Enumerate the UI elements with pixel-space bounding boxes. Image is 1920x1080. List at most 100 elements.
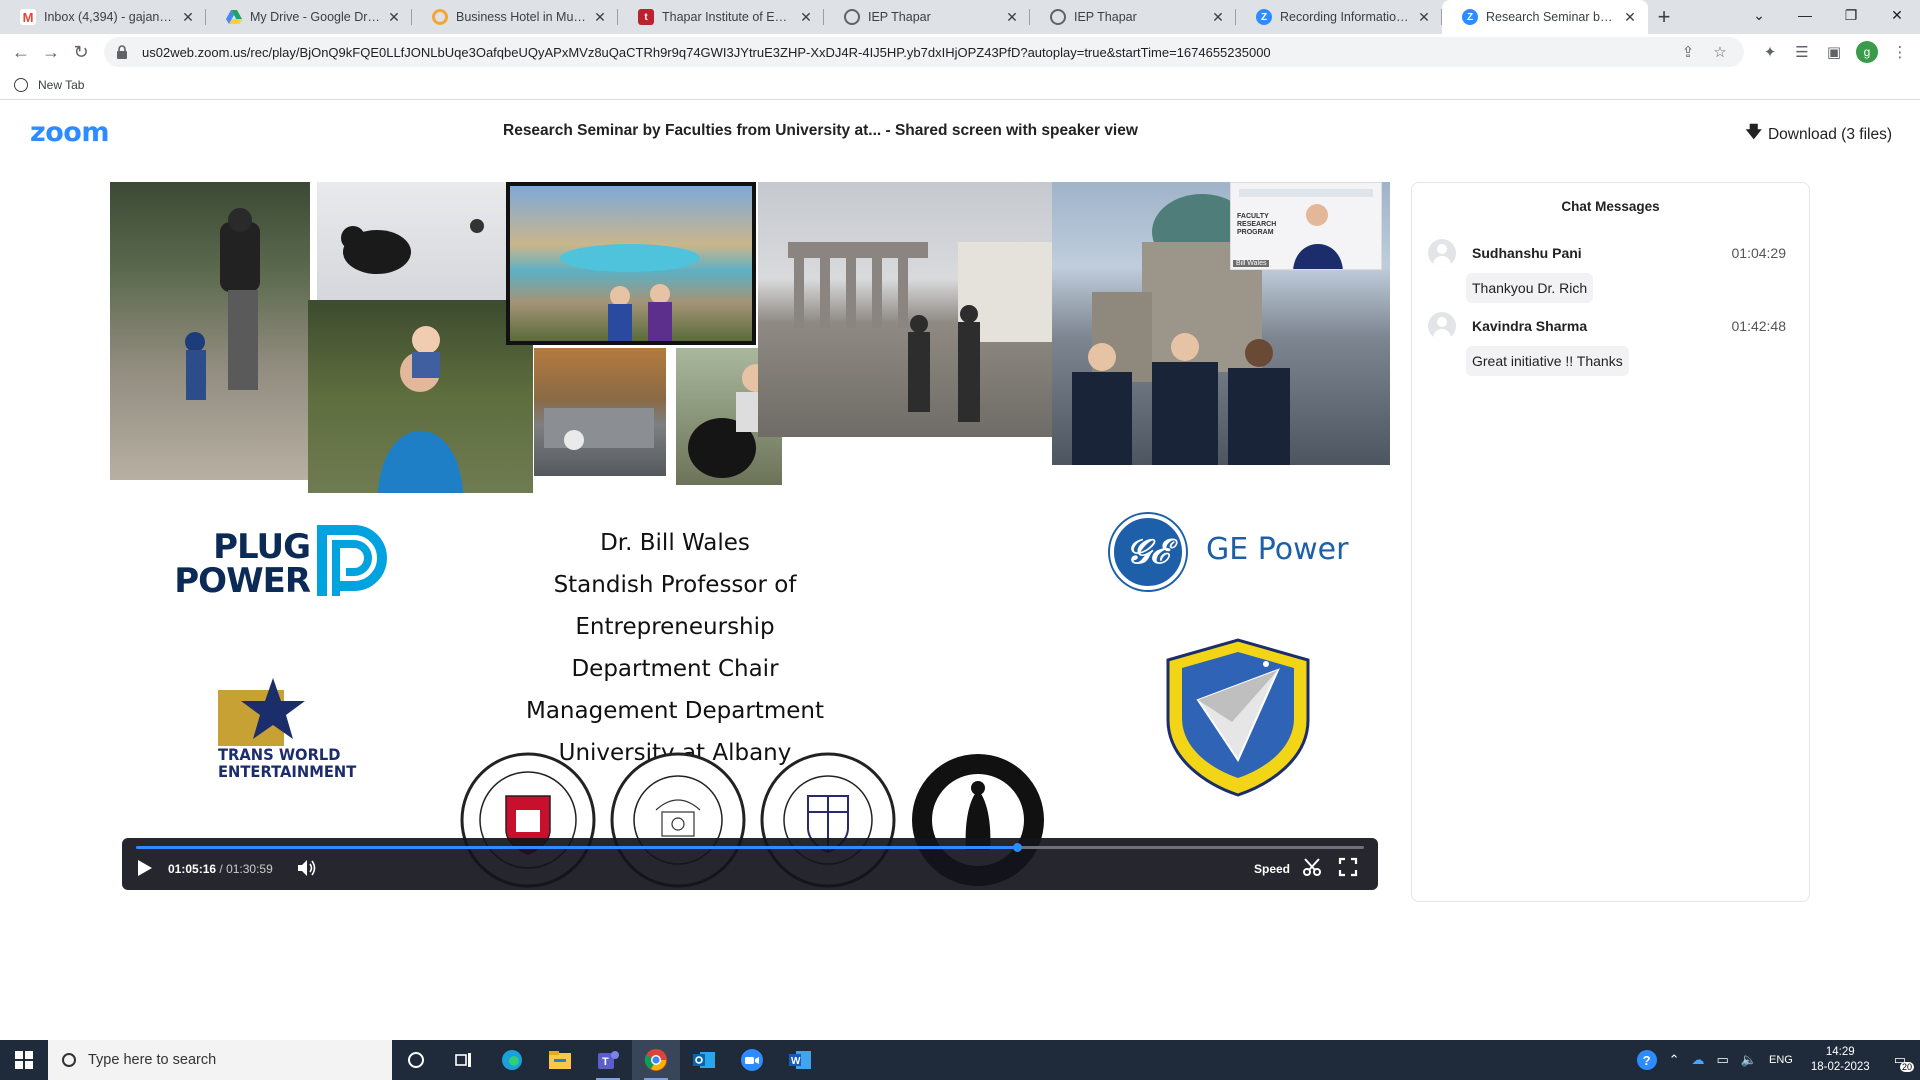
progress-handle[interactable] bbox=[1013, 843, 1023, 852]
taskbar-search-input[interactable]: Type here to search bbox=[48, 1040, 392, 1080]
clock-time: 14:29 bbox=[1825, 1046, 1855, 1058]
speaker-info: Dr. Bill Wales Standish Professor of Ent… bbox=[455, 522, 895, 774]
close-tab-icon[interactable]: ✕ bbox=[592, 9, 608, 25]
zoom-logo[interactable]: zoom bbox=[30, 117, 109, 148]
profile-avatar[interactable]: g bbox=[1856, 41, 1878, 63]
tab-title: IEP Thapar bbox=[868, 10, 931, 24]
bookmark-new-tab[interactable]: New Tab bbox=[38, 78, 84, 92]
video-player[interactable]: FACULTY RESEARCH PROGRAM Bill Wales PLUG… bbox=[110, 182, 1390, 892]
menu-icon[interactable]: ⋮ bbox=[1884, 37, 1916, 67]
scissors-icon[interactable] bbox=[1302, 857, 1322, 877]
volume-icon[interactable] bbox=[296, 858, 318, 878]
photo-truck bbox=[534, 348, 666, 476]
minimize-icon[interactable]: — bbox=[1782, 0, 1828, 30]
media-icon[interactable]: ☰ bbox=[1786, 37, 1818, 67]
thapar-icon: t bbox=[638, 9, 654, 25]
close-tab-icon[interactable]: ✕ bbox=[180, 9, 196, 25]
tab-research-seminar[interactable]: Z Research Seminar by Faculties ✕ bbox=[1442, 0, 1648, 34]
chat-text: Great initiative !! Thanks bbox=[1466, 346, 1629, 376]
photo-collage: FACULTY RESEARCH PROGRAM Bill Wales bbox=[110, 182, 1390, 493]
extensions-icon[interactable]: ✦ bbox=[1754, 37, 1786, 67]
time-display: 01:05:16 / 01:30:59 bbox=[168, 862, 273, 876]
globe-icon bbox=[1050, 9, 1066, 25]
fullscreen-icon[interactable] bbox=[1338, 857, 1358, 877]
tab-iep-1[interactable]: IEP Thapar ✕ bbox=[824, 0, 1030, 34]
outlook-icon[interactable] bbox=[680, 1040, 728, 1080]
ge-power-logo: 𝒢ℰ GE Power bbox=[1110, 514, 1360, 594]
tab-title: My Drive - Google Drive bbox=[250, 10, 380, 24]
clock[interactable]: 14:29 18-02-2023 bbox=[1811, 1045, 1870, 1075]
close-tab-icon[interactable]: ✕ bbox=[1004, 9, 1020, 25]
chat-text: Thankyou Dr. Rich bbox=[1466, 273, 1594, 303]
tab-title: Research Seminar by Faculties bbox=[1486, 10, 1616, 24]
notifications-icon[interactable]: ▭ 20 bbox=[1894, 1052, 1914, 1072]
side-panel-icon[interactable]: ▣ bbox=[1818, 37, 1850, 67]
plug-power-logo: PLUG POWER bbox=[170, 520, 400, 610]
progress-fill bbox=[136, 846, 1018, 849]
ge-power-text: GE Power bbox=[1206, 532, 1349, 567]
globe-icon bbox=[14, 77, 28, 92]
zoom-icon: Z bbox=[1462, 9, 1478, 25]
tab-hotel[interactable]: Business Hotel in Mumbai ✕ bbox=[412, 0, 618, 34]
bookmarks-bar: New Tab bbox=[0, 70, 1920, 100]
close-window-icon[interactable]: ✕ bbox=[1874, 0, 1920, 30]
power-word: POWER bbox=[174, 561, 311, 601]
word-icon[interactable]: W bbox=[776, 1040, 824, 1080]
download-button[interactable]: 🡇 Download (3 files) bbox=[1745, 121, 1892, 148]
tab-iep-2[interactable]: IEP Thapar ✕ bbox=[1030, 0, 1236, 34]
close-tab-icon[interactable]: ✕ bbox=[1416, 9, 1432, 25]
system-tray: ? ⌃ ☁ ▭ 🔈 ENG 14:29 18-02-2023 ▭ 20 bbox=[1631, 1040, 1920, 1080]
back-icon[interactable]: ← bbox=[6, 37, 36, 67]
tab-gmail[interactable]: M Inbox (4,394) - gajanan.goyal@thapar.e… bbox=[0, 0, 206, 34]
volume-tray-icon[interactable]: 🔈 bbox=[1741, 1052, 1757, 1068]
trans-world-line1: TRANS WORLD bbox=[218, 745, 341, 764]
forward-icon[interactable]: → bbox=[36, 37, 66, 67]
chat-panel: Chat Messages Sudhanshu Pani 01:04:29 Th… bbox=[1411, 182, 1810, 902]
network-icon[interactable]: ▭ bbox=[1717, 1052, 1729, 1068]
tab-title: IEP Thapar bbox=[1074, 10, 1137, 24]
photo-hiking bbox=[110, 182, 310, 480]
url-text[interactable]: us02web.zoom.us/rec/play/BjOnQ9kFQE0LLfJ… bbox=[142, 45, 1668, 60]
chat-time: 01:42:48 bbox=[1731, 318, 1787, 334]
tab-search-icon[interactable]: ⌄ bbox=[1736, 0, 1782, 30]
reload-icon[interactable]: ↻ bbox=[66, 37, 96, 67]
play-icon[interactable] bbox=[134, 858, 154, 878]
search-icon bbox=[62, 1053, 76, 1067]
edge-icon[interactable] bbox=[488, 1040, 536, 1080]
tab-thapar[interactable]: t Thapar Institute of Engineering ✕ bbox=[618, 0, 824, 34]
chrome-icon[interactable] bbox=[632, 1040, 680, 1080]
close-tab-icon[interactable]: ✕ bbox=[386, 9, 402, 25]
new-tab-button[interactable]: + bbox=[1648, 0, 1680, 34]
photo-snow-dog bbox=[317, 182, 512, 300]
trans-world-line2: ENTERTAINMENT bbox=[218, 762, 357, 781]
chevron-up-icon[interactable]: ⌃ bbox=[1669, 1052, 1680, 1068]
tab-drive[interactable]: My Drive - Google Drive ✕ bbox=[206, 0, 412, 34]
task-view-icon[interactable] bbox=[440, 1040, 488, 1080]
gmail-icon: M bbox=[20, 9, 36, 25]
svg-text:T: T bbox=[602, 1056, 609, 1068]
bookmark-star-icon[interactable]: ☆ bbox=[1708, 43, 1732, 61]
cortana-icon[interactable] bbox=[392, 1040, 440, 1080]
restore-icon[interactable]: ❐ bbox=[1828, 0, 1874, 30]
share-icon[interactable]: ⇪ bbox=[1676, 43, 1700, 61]
search-placeholder: Type here to search bbox=[88, 1052, 217, 1068]
language-indicator[interactable]: ENG bbox=[1769, 1054, 1793, 1066]
inset-speaker-name: Bill Wales bbox=[1233, 260, 1270, 267]
progress-bar[interactable] bbox=[136, 843, 1364, 852]
zoom-header: zoom Research Seminar by Faculties from … bbox=[0, 101, 1920, 161]
windows-start-icon[interactable] bbox=[0, 1040, 48, 1080]
onedrive-icon[interactable]: ☁ bbox=[1692, 1052, 1705, 1068]
close-tab-icon[interactable]: ✕ bbox=[1210, 9, 1226, 25]
lock-icon[interactable] bbox=[116, 45, 130, 59]
window-controls: ⌄ — ❐ ✕ bbox=[1736, 0, 1920, 30]
file-explorer-icon[interactable] bbox=[536, 1040, 584, 1080]
address-bar[interactable]: us02web.zoom.us/rec/play/BjOnQ9kFQE0LLfJ… bbox=[104, 37, 1744, 67]
help-icon[interactable]: ? bbox=[1636, 1050, 1657, 1070]
teams-icon[interactable]: T bbox=[584, 1040, 632, 1080]
close-tab-icon[interactable]: ✕ bbox=[798, 9, 814, 25]
close-tab-icon[interactable]: ✕ bbox=[1622, 9, 1638, 25]
tab-recording-info[interactable]: Z Recording Information - Zoom ✕ bbox=[1236, 0, 1442, 34]
zoom-app-icon[interactable] bbox=[728, 1040, 776, 1080]
speed-button[interactable]: Speed bbox=[1254, 862, 1290, 876]
speaker-department: Management Department bbox=[525, 698, 824, 724]
